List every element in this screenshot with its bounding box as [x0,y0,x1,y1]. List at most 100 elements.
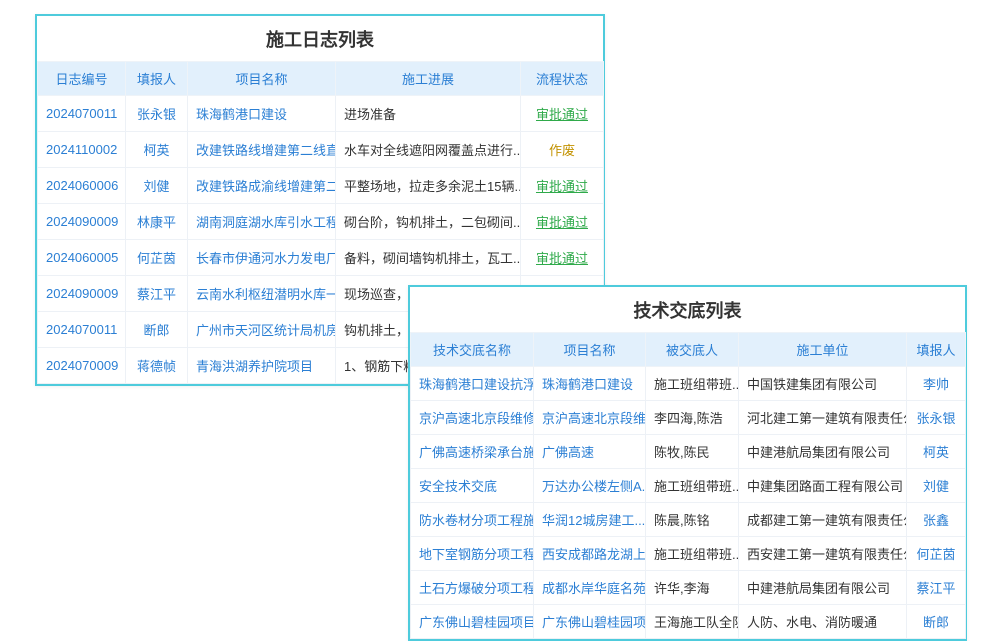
unit-text: 人防、水电、消防暖通 [739,605,907,639]
table-row: 广佛高速桥梁承台施... 广佛高速 陈牧,陈民 中建港航局集团有限公司 柯英 [411,435,966,469]
unit-text: 成都建工第一建筑有限责任公司 [739,503,907,537]
log-id-link[interactable]: 2024090009 [38,276,126,312]
project-name-link[interactable]: 珠海鹤港口建设 [534,367,646,401]
table-row: 土石方爆破分项工程... 成都水岸华庭名苑... 许华,李海 中建港航局集团有限… [411,571,966,605]
progress-text: 砌台阶，钩机排土，二包砌间... [336,204,521,240]
column-header-log-id: 日志编号 [38,62,126,96]
status-badge[interactable]: 审批通过 [521,168,604,204]
tech-disclosure-table: 技术交底名称 项目名称 被交底人 施工单位 填报人 珠海鹤港口建设抗浮... 珠… [410,332,966,639]
reporter-name[interactable]: 李帅 [907,367,966,401]
tech-disclosure-panel: 技术交底列表 技术交底名称 项目名称 被交底人 施工单位 填报人 珠海鹤港口建设… [408,285,967,641]
unit-text: 河北建工第一建筑有限责任公司 [739,401,907,435]
unit-text: 西安建工第一建筑有限责任公司 [739,537,907,571]
table-row: 2024060005 何芷茵 长春市伊通河水力发电厂... 备料，砌间墙钩机排土… [38,240,604,276]
project-name-link[interactable]: 广东佛山碧桂园项目 [534,605,646,639]
reporter-name[interactable]: 蒋德帧 [126,348,188,384]
project-name-link[interactable]: 改建铁路线增建第二线直... [188,132,336,168]
project-name-link[interactable]: 青海洪湖养护院项目 [188,348,336,384]
disclosure-name-link[interactable]: 广东佛山碧桂园项目... [411,605,534,639]
log-id-link[interactable]: 2024070009 [38,348,126,384]
disclosure-name-link[interactable]: 土石方爆破分项工程... [411,571,534,605]
table-row: 广东佛山碧桂园项目... 广东佛山碧桂园项目 王海施工队全队 人防、水电、消防暖… [411,605,966,639]
column-header-reporter: 填报人 [126,62,188,96]
project-name-link[interactable]: 改建铁路成渝线增建第二... [188,168,336,204]
receiver-text: 陈晨,陈铭 [646,503,739,537]
receiver-text: 施工班组带班... [646,367,739,401]
log-id-link[interactable]: 2024070011 [38,312,126,348]
table-row: 安全技术交底 万达办公楼左侧A... 施工班组带班... 中建集团路面工程有限公… [411,469,966,503]
status-badge[interactable]: 审批通过 [521,96,604,132]
project-name-link[interactable]: 珠海鹤港口建设 [188,96,336,132]
unit-text: 中建港航局集团有限公司 [739,571,907,605]
reporter-name[interactable]: 柯英 [907,435,966,469]
status-badge[interactable]: 作废 [521,132,604,168]
log-header-row: 日志编号 填报人 项目名称 施工进展 流程状态 [38,62,604,96]
table-row: 防水卷材分项工程施... 华润12城房建工... 陈晨,陈铭 成都建工第一建筑有… [411,503,966,537]
project-name-link[interactable]: 湖南洞庭湖水库引水工程... [188,204,336,240]
disclosure-name-link[interactable]: 珠海鹤港口建设抗浮... [411,367,534,401]
disclosure-name-link[interactable]: 防水卷材分项工程施... [411,503,534,537]
progress-text: 水车对全线遮阳网覆盖点进行... [336,132,521,168]
reporter-name[interactable]: 张鑫 [907,503,966,537]
reporter-name[interactable]: 蔡江平 [907,571,966,605]
receiver-text: 施工班组带班... [646,537,739,571]
table-row: 2024110002 柯英 改建铁路线增建第二线直... 水车对全线遮阳网覆盖点… [38,132,604,168]
table-row: 地下室钢筋分项工程... 西安成都路龙湖上... 施工班组带班... 西安建工第… [411,537,966,571]
table-row: 2024090009 林康平 湖南洞庭湖水库引水工程... 砌台阶，钩机排土，二… [38,204,604,240]
project-name-link[interactable]: 云南水利枢纽潜明水库一... [188,276,336,312]
reporter-name[interactable]: 刘健 [126,168,188,204]
log-id-link[interactable]: 2024060006 [38,168,126,204]
tech-disclosure-title: 技术交底列表 [410,287,965,332]
project-name-link[interactable]: 万达办公楼左侧A... [534,469,646,503]
progress-text: 进场准备 [336,96,521,132]
column-header-receiver: 被交底人 [646,333,739,367]
reporter-name[interactable]: 蔡江平 [126,276,188,312]
project-name-link[interactable]: 华润12城房建工... [534,503,646,537]
project-name-link[interactable]: 成都水岸华庭名苑... [534,571,646,605]
reporter-name[interactable]: 何芷茵 [126,240,188,276]
construction-log-title: 施工日志列表 [37,16,603,61]
log-id-link[interactable]: 2024110002 [38,132,126,168]
column-header-unit: 施工单位 [739,333,907,367]
project-name-link[interactable]: 西安成都路龙湖上... [534,537,646,571]
table-row: 2024060006 刘健 改建铁路成渝线增建第二... 平整场地，拉走多余泥土… [38,168,604,204]
reporter-name[interactable]: 何芷茵 [907,537,966,571]
disclosure-name-link[interactable]: 广佛高速桥梁承台施... [411,435,534,469]
status-badge[interactable]: 审批通过 [521,204,604,240]
table-row: 2024070011 张永银 珠海鹤港口建设 进场准备 审批通过 [38,96,604,132]
reporter-name[interactable]: 林康平 [126,204,188,240]
unit-text: 中国铁建集团有限公司 [739,367,907,401]
log-id-link[interactable]: 2024070011 [38,96,126,132]
table-row: 京沪高速北京段维修... 京沪高速北京段维修 李四海,陈浩 河北建工第一建筑有限… [411,401,966,435]
reporter-name[interactable]: 断郎 [126,312,188,348]
reporter-name[interactable]: 柯英 [126,132,188,168]
column-header-disclosure-name: 技术交底名称 [411,333,534,367]
disclosure-name-link[interactable]: 安全技术交底 [411,469,534,503]
log-id-link[interactable]: 2024090009 [38,204,126,240]
reporter-name[interactable]: 刘健 [907,469,966,503]
reporter-name[interactable]: 张永银 [907,401,966,435]
project-name-link[interactable]: 长春市伊通河水力发电厂... [188,240,336,276]
project-name-link[interactable]: 京沪高速北京段维修 [534,401,646,435]
reporter-name[interactable]: 断郎 [907,605,966,639]
status-badge[interactable]: 审批通过 [521,240,604,276]
column-header-project: 项目名称 [534,333,646,367]
project-name-link[interactable]: 广州市天河区统计局机房... [188,312,336,348]
disclosure-header-row: 技术交底名称 项目名称 被交底人 施工单位 填报人 [411,333,966,367]
receiver-text: 李四海,陈浩 [646,401,739,435]
receiver-text: 施工班组带班... [646,469,739,503]
progress-text: 备料，砌间墙钩机排土，瓦工... [336,240,521,276]
project-name-link[interactable]: 广佛高速 [534,435,646,469]
reporter-name[interactable]: 张永银 [126,96,188,132]
log-id-link[interactable]: 2024060005 [38,240,126,276]
receiver-text: 许华,李海 [646,571,739,605]
disclosure-name-link[interactable]: 地下室钢筋分项工程... [411,537,534,571]
unit-text: 中建集团路面工程有限公司 [739,469,907,503]
receiver-text: 王海施工队全队 [646,605,739,639]
disclosure-name-link[interactable]: 京沪高速北京段维修... [411,401,534,435]
unit-text: 中建港航局集团有限公司 [739,435,907,469]
table-row: 珠海鹤港口建设抗浮... 珠海鹤港口建设 施工班组带班... 中国铁建集团有限公… [411,367,966,401]
progress-text: 平整场地，拉走多余泥土15辆... [336,168,521,204]
column-header-reporter: 填报人 [907,333,966,367]
column-header-progress: 施工进展 [336,62,521,96]
